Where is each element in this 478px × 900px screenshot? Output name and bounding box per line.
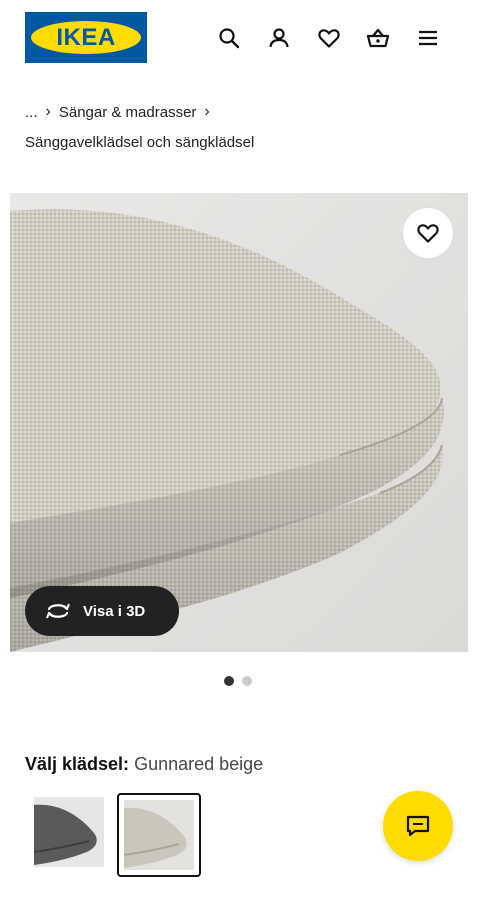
heart-icon — [417, 224, 439, 243]
breadcrumb: ... › Sängar & madrasser › — [25, 103, 218, 121]
header: IKEA — [0, 0, 478, 80]
chat-icon — [406, 815, 430, 837]
chevron-right-icon: › — [204, 103, 210, 120]
breadcrumb-ellipsis[interactable]: ... — [25, 104, 38, 121]
breadcrumb-category[interactable]: Sängar & madrasser — [59, 104, 197, 121]
logo-text: IKEA — [56, 24, 116, 51]
heart-icon[interactable] — [315, 24, 343, 52]
ikea-logo[interactable]: IKEA — [25, 12, 147, 63]
pagination-dot-1[interactable] — [224, 676, 234, 686]
view-in-3d-button[interactable]: Visa i 3D — [25, 586, 179, 636]
cover-selector-label: Välj klädsel: Gunnared beige — [25, 754, 263, 775]
choose-cover-label: Välj klädsel: — [25, 754, 130, 774]
product-image[interactable] — [10, 193, 468, 652]
rotate-3d-icon — [46, 603, 70, 619]
breadcrumb-subcategory[interactable]: Sänggavelklädsel och sängklädsel — [25, 134, 254, 151]
favorite-button[interactable] — [403, 208, 453, 258]
cover-swatch-dark-grey[interactable] — [34, 797, 104, 867]
pagination-dot-2[interactable] — [242, 676, 252, 686]
cover-swatch-beige[interactable] — [124, 800, 194, 870]
user-icon[interactable] — [265, 24, 293, 52]
selected-cover-value: Gunnared beige — [134, 754, 264, 774]
view-in-3d-label: Visa i 3D — [83, 602, 146, 620]
chevron-right-icon: › — [45, 103, 51, 120]
image-pagination — [224, 676, 252, 686]
search-icon[interactable] — [215, 24, 243, 52]
menu-icon[interactable] — [414, 24, 442, 52]
basket-icon[interactable] — [364, 24, 392, 52]
chat-button[interactable] — [383, 791, 453, 861]
